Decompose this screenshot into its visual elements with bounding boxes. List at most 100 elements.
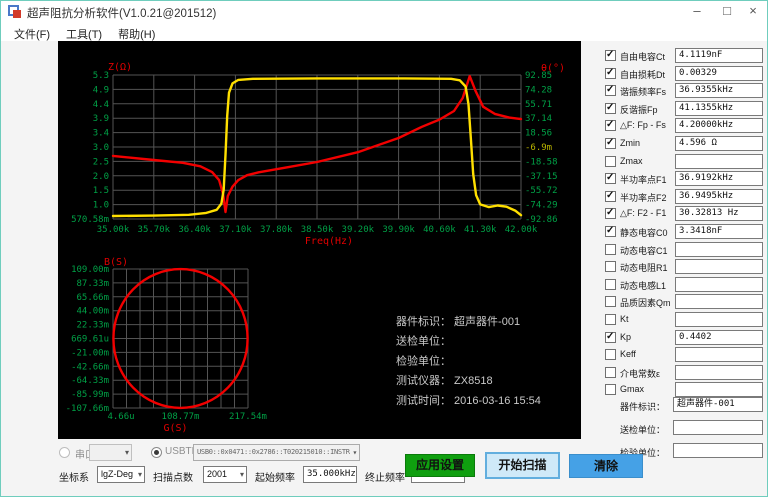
usbtmc-radio[interactable] [151,447,162,458]
result-label-8: 半功率点F2 [620,191,667,204]
result-field-6[interactable] [675,154,763,169]
y-left-tick: 5.3 [93,71,109,81]
start-freq-input[interactable]: 35.000kHz [303,466,357,483]
result-field-9[interactable]: 30.32813 Hz [675,206,763,221]
result-field-11[interactable] [675,242,763,257]
result-checkbox-10[interactable] [605,226,616,237]
sender-unit-field[interactable] [673,420,763,435]
result-checkbox-9[interactable] [605,208,616,219]
device-id-label: 器件标识： [620,400,665,413]
result-checkbox-15[interactable] [605,314,616,325]
result-field-8[interactable]: 36.9495kHz [675,189,763,204]
y-left-tick: 3.4 [93,129,109,139]
serial-port-combo[interactable]: ▾ [89,444,132,461]
result-checkbox-4[interactable] [605,120,616,131]
result-checkbox-12[interactable] [605,261,616,272]
y-left-tick: 1.0 [93,201,109,211]
result-checkbox-8[interactable] [605,191,616,202]
overlay-line-0: 器件标识： 超声器件-001 [396,314,520,328]
freq-axis-title: Freq(Hz) [305,236,353,247]
chevron-down-icon: ▾ [352,445,357,460]
charts-svg: 35.00k35.70k36.40k37.10k37.80k38.50k39.2… [58,41,581,439]
result-label-3: 反谐振Fp [620,103,658,116]
result-field-1[interactable]: 0.00329 [675,66,763,81]
maximize-button[interactable]: □ [713,1,741,23]
result-checkbox-1[interactable] [605,68,616,79]
y-right-tick: -92.86 [525,215,558,225]
result-checkbox-13[interactable] [605,279,616,290]
result-field-18[interactable] [675,365,763,380]
coord-system-combo[interactable]: lgZ-Deg ▾ [97,466,145,483]
result-checkbox-3[interactable] [605,103,616,114]
result-label-5: Zmin [620,138,640,148]
serial-radio[interactable] [59,447,70,458]
scan-points-combo[interactable]: 2001▾ [203,466,247,483]
close-button[interactable]: × [739,1,767,23]
y-right-tick: 18.56 [525,129,552,139]
result-checkbox-0[interactable] [605,50,616,61]
y-right-tick: -18.58 [525,157,558,167]
apply-settings-button[interactable]: 应用设置 [405,454,475,477]
coord-system-value: lgZ-Deg [101,469,133,479]
result-field-14[interactable] [675,294,763,309]
result-field-13[interactable] [675,277,763,292]
x-tick: 35.00k [97,225,130,235]
g-tick: 4.66u [107,412,134,422]
x-tick: 37.80k [260,225,293,235]
result-checkbox-16[interactable] [605,332,616,343]
result-field-17[interactable] [675,347,763,362]
result-checkbox-5[interactable] [605,138,616,149]
theta-axis-title: θ(°) [541,63,565,74]
result-field-16[interactable]: 0.4402 [675,330,763,345]
result-field-0[interactable]: 4.1119nF [675,48,763,63]
result-label-4: △F: Fp - Fs [620,120,666,131]
chevron-down-icon: ▾ [125,445,129,460]
start-freq-label: 起始频率 [255,469,295,484]
result-checkbox-14[interactable] [605,296,616,307]
result-checkbox-19[interactable] [605,384,616,395]
result-label-0: 自由电容Ct [620,50,665,63]
y-right-tick: -55.72 [525,186,558,196]
b-tick: 44.00m [76,307,109,317]
b-tick: -107.66m [66,404,109,414]
result-label-18: 介电常数ε [620,367,660,380]
inspector-unit-field[interactable] [673,443,763,458]
minimize-button[interactable]: – [683,1,711,23]
result-checkbox-2[interactable] [605,85,616,96]
y-right-tick: -6.9m [525,143,552,153]
result-field-2[interactable]: 36.9355kHz [675,83,763,98]
result-field-4[interactable]: 4.20000kHz [675,118,763,133]
result-field-10[interactable]: 3.3418nF [675,224,763,239]
result-checkbox-11[interactable] [605,244,616,255]
start-scan-button[interactable]: 开始扫描 [485,452,560,479]
g-axis-title: G(S) [163,423,187,434]
result-field-12[interactable] [675,259,763,274]
clear-button[interactable]: 清除 [569,454,643,478]
scan-points-value: 2001 [207,469,227,479]
device-id-field[interactable]: 超声器件-001 [673,397,763,412]
result-field-7[interactable]: 36.9192kHz [675,171,763,186]
usbtmc-combo[interactable]: USB0::0x0471::0x2786::T020215010::INSTR▾ [193,444,360,461]
result-checkbox-7[interactable] [605,173,616,184]
result-label-12: 动态电阻R1 [620,261,668,274]
y-left-tick: 3.0 [93,143,109,153]
result-checkbox-18[interactable] [605,367,616,378]
chevron-down-icon: ▾ [138,467,142,482]
title-bar: 超声阻抗分析软件(V1.0.21@201512) – □ × [1,1,767,23]
result-field-3[interactable]: 41.1355kHz [675,101,763,116]
usbtmc-address: USB0::0x0471::0x2786::T020215010::INSTR [197,448,350,456]
menu-item-0[interactable]: 文件(F) [11,25,53,43]
result-label-14: 品质因素Qm [620,296,671,309]
result-checkbox-6[interactable] [605,156,616,167]
y-left-tick: 4.9 [93,85,109,95]
b-tick: 65.66m [76,293,109,303]
result-field-15[interactable] [675,312,763,327]
result-label-2: 谐振频率Fs [620,85,666,98]
x-tick: 37.10k [219,225,252,235]
result-field-5[interactable]: 4.596 Ω [675,136,763,151]
overlay-line-2: 检验单位： [396,353,451,367]
result-field-19[interactable] [675,382,763,397]
result-checkbox-17[interactable] [605,349,616,360]
stop-freq-label: 终止频率 [365,469,405,484]
plot-panel: 35.00k35.70k36.40k37.10k37.80k38.50k39.2… [58,41,581,439]
